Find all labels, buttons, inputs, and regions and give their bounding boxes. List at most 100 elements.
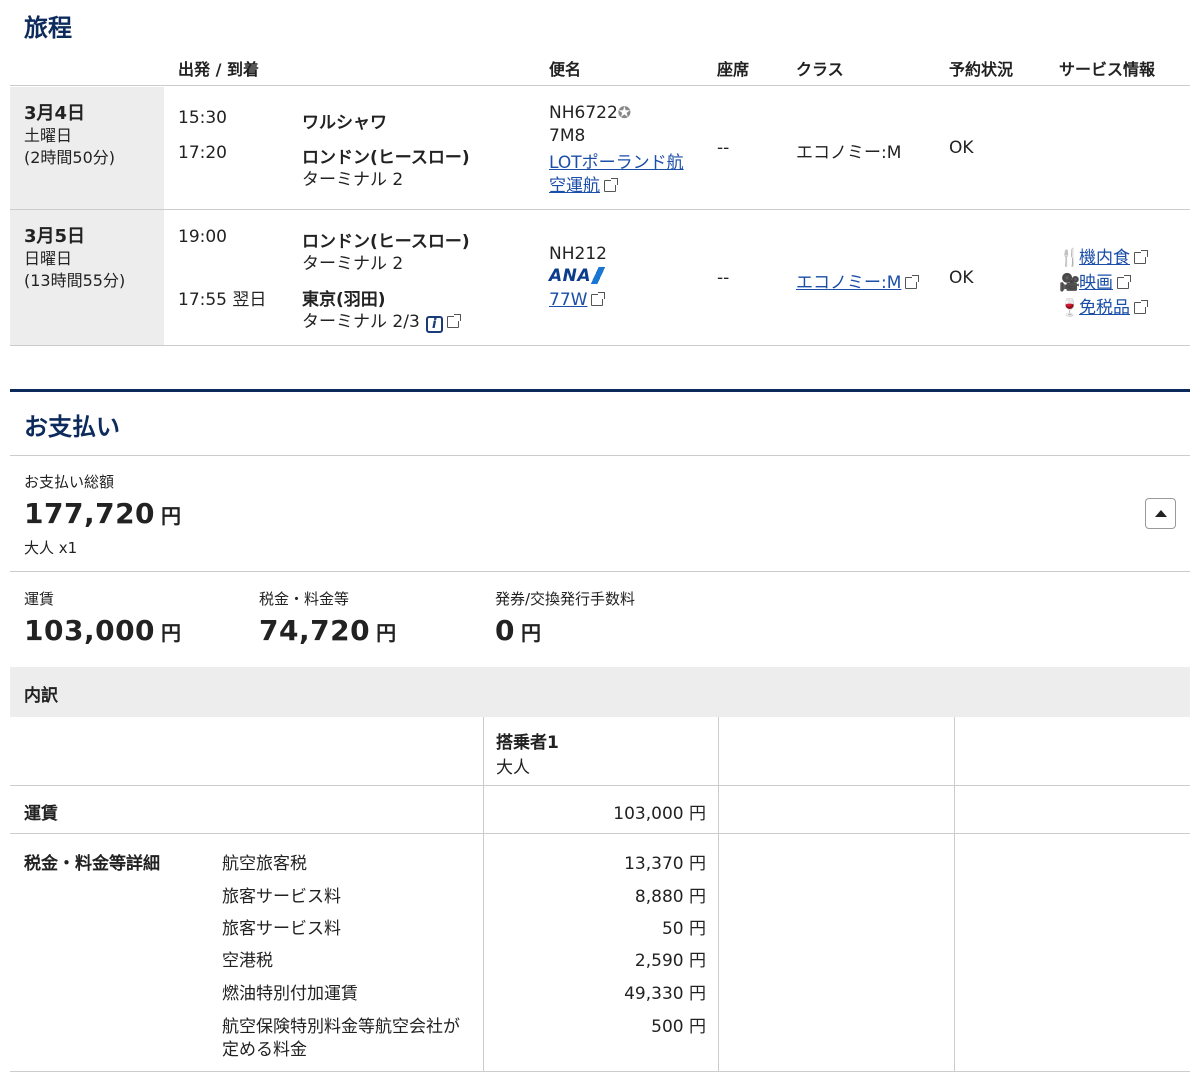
tax-label: 税金・料金等 (259, 590, 350, 608)
payment-title: お支払い (24, 413, 120, 441)
divider (10, 1071, 1190, 1072)
external-link-icon (905, 275, 920, 289)
status-value: OK (949, 268, 974, 288)
ana-logo-stripe (591, 267, 606, 284)
flight-number-text: NH6722 (549, 103, 618, 123)
operator-link[interactable]: LOTポーランド航 (549, 148, 684, 173)
arrival-terminal: ターミナル 2/3 (302, 312, 420, 332)
service-movie-link[interactable]: 映画 (1079, 273, 1113, 293)
fare-amount-row: 103,000 円 (24, 614, 181, 647)
breakdown-title: 内訳 (24, 686, 58, 706)
external-link-icon (591, 292, 606, 306)
header-flight: 便名 (549, 60, 582, 79)
seat-value: -- (717, 138, 730, 158)
external-link-icon[interactable] (446, 314, 461, 328)
flight-number: NH212 (549, 244, 607, 264)
divider (10, 571, 1190, 572)
breakdown-header-bar: 内訳 (10, 667, 1190, 717)
ana-logo: ANA (549, 266, 606, 286)
tax-item-amount: 50 円 (661, 919, 706, 939)
tax-item-amount: 8,880 円 (634, 887, 706, 907)
flight-date: 3月4日 (24, 103, 86, 124)
flight-date-cell: 3月5日 日曜日 (13時間55分) (10, 210, 164, 345)
fee-yen: 円 (520, 621, 541, 645)
tax-amount: 74,720 (259, 614, 371, 647)
flight-row: 3月5日 日曜日 (13時間55分) 19:00 ロンドン(ヒースロー) ターミ… (10, 210, 1190, 346)
operator-link-text-2[interactable]: 空運航 (549, 176, 600, 196)
tax-item-name: 旅客サービス料 (222, 919, 341, 939)
fare-label: 運賃 (24, 590, 55, 608)
arrival-terminal-row: ターミナル 2/3 i (302, 307, 461, 333)
divider (10, 455, 1190, 456)
arrival-terminal: ターミナル 2 (302, 170, 404, 190)
tax-detail-label: 税金・料金等詳細 (24, 854, 160, 874)
fork-knife-icon: 🍴 (1059, 248, 1081, 268)
class-link-text[interactable]: エコノミー:M (796, 273, 901, 293)
flight-number: NH6722✪ (549, 103, 631, 123)
tax-yen: 円 (376, 621, 397, 645)
service-meal-link[interactable]: 機内食 (1079, 248, 1130, 268)
header-depart-arrive: 出発 / 到着 (178, 60, 259, 79)
aircraft-link-text[interactable]: 77W (549, 290, 587, 310)
service-dutyfree[interactable]: 🍷免税品 (1059, 293, 1148, 318)
divider (10, 833, 1190, 834)
fee-amount: 0 (495, 614, 515, 647)
tax-item-name-cont: 定める料金 (222, 1040, 307, 1060)
passenger-count: 大人 x1 (24, 539, 78, 557)
header-seat: 座席 (717, 60, 750, 79)
total-yen: 円 (161, 504, 182, 528)
aircraft-link[interactable]: 77W (549, 290, 606, 310)
passenger-header: 搭乗者1 (496, 733, 559, 753)
flight-weekday: 日曜日 (24, 249, 73, 268)
tax-item-name: 空港税 (222, 951, 273, 971)
bottle-watch-icon: 🍷 (1059, 298, 1081, 318)
total-amount: 177,720 (24, 497, 156, 530)
star-alliance-icon: ✪ (617, 103, 632, 122)
class-link[interactable]: エコノミー:M (796, 268, 920, 293)
section-divider (10, 389, 1190, 392)
tax-item-name: 航空保険特別料金等航空会社が (222, 1017, 460, 1037)
fare-yen: 円 (161, 621, 182, 645)
itinerary-header-row: 出発 / 到着 便名 座席 クラス 予約状況 サービス情報 (10, 56, 1190, 86)
arrival-time: 17:55 翌日 (178, 290, 267, 310)
header-status: 予約状況 (949, 60, 1014, 79)
flight-weekday: 土曜日 (24, 126, 73, 145)
movie-camera-icon: 🎥 (1059, 273, 1081, 293)
fee-label: 発券/交換発行手数料 (495, 590, 636, 608)
info-icon[interactable]: i (425, 316, 443, 333)
fare-amount: 103,000 (24, 614, 156, 647)
external-link-icon (1134, 300, 1148, 314)
tax-item-name: 航空旅客税 (222, 854, 307, 874)
table-divider (954, 717, 955, 1072)
tax-amount-row: 74,720 円 (259, 614, 396, 647)
flight-row: 3月4日 土曜日 (2時間50分) 15:30 ワルシャワ 17:20 ロンドン… (10, 87, 1190, 210)
total-amount-row: 177,720 円 (24, 497, 181, 530)
tax-item-amount: 49,330 円 (624, 984, 706, 1004)
external-link-icon (604, 178, 618, 192)
collapse-button[interactable] (1145, 498, 1176, 529)
operator-link-text[interactable]: LOTポーランド航 (549, 153, 684, 173)
flight-date-cell: 3月4日 土曜日 (2時間50分) (10, 87, 164, 209)
flight-date: 3月5日 (24, 226, 86, 247)
service-dutyfree-link[interactable]: 免税品 (1079, 298, 1130, 318)
aircraft-type: 7M8 (549, 126, 586, 146)
tax-item-name: 燃油特別付加運賃 (222, 984, 358, 1004)
operator-link-cont[interactable]: 空運航 (549, 171, 618, 196)
external-link-icon (1134, 250, 1148, 264)
ana-logo-text: ANA (549, 266, 592, 286)
service-meal[interactable]: 🍴機内食 (1059, 243, 1148, 268)
tax-item-name: 旅客サービス料 (222, 887, 341, 907)
service-movie[interactable]: 🎥映画 (1059, 268, 1131, 293)
total-label: お支払い総額 (24, 473, 115, 491)
header-service: サービス情報 (1059, 60, 1156, 79)
tax-item-amount: 500 円 (651, 1017, 706, 1037)
divider (10, 785, 1190, 786)
fee-amount-row: 0円 (495, 614, 541, 647)
fare-row-label: 運賃 (24, 804, 58, 824)
departure-time: 15:30 (178, 108, 227, 128)
passenger-type: 大人 (496, 758, 530, 778)
itinerary-title: 旅程 (24, 14, 72, 42)
tax-item-amount: 13,370 円 (624, 854, 706, 874)
departure-terminal: ターミナル 2 (302, 254, 404, 274)
arrival-time: 17:20 (178, 143, 227, 163)
